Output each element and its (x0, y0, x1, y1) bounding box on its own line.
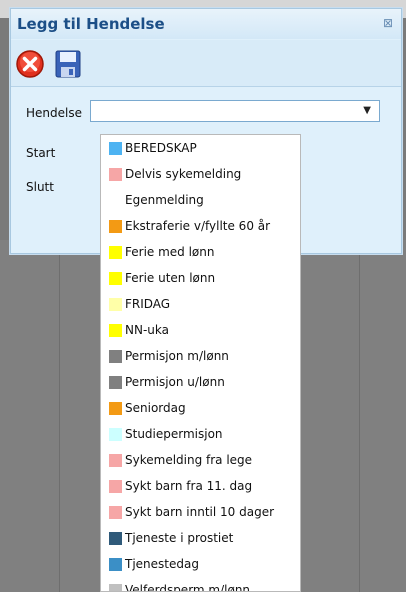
color-swatch (109, 532, 122, 545)
dropdown-option[interactable]: Velferdsperm m/lønn (101, 577, 300, 592)
start-label: Start (26, 146, 56, 160)
option-label: Sykt barn fra 11. dag (125, 479, 253, 493)
dropdown-option[interactable]: Permisjon m/lønn (101, 343, 300, 369)
option-label: NN-uka (125, 323, 169, 337)
hendelse-select[interactable]: ▼ (90, 100, 380, 122)
hendelse-label: Hendelse (26, 106, 82, 120)
hendelse-dropdown-list: BEREDSKAP Delvis sykemelding Egenmelding Ek… (100, 134, 301, 592)
dropdown-option[interactable]: Sykt barn fra 11. dag (101, 473, 300, 499)
chevron-down-icon[interactable]: ▼ (363, 105, 371, 116)
dropdown-option[interactable]: FRIDAG (101, 291, 300, 317)
dropdown-option[interactable]: Ferie uten lønn (101, 265, 300, 291)
color-swatch (109, 272, 122, 285)
dropdown-option[interactable]: BEREDSKAP (101, 135, 300, 161)
color-swatch (109, 142, 122, 155)
option-label: Egenmelding (125, 193, 204, 207)
option-label: Permisjon u/lønn (125, 375, 225, 389)
option-label: FRIDAG (125, 297, 171, 311)
color-swatch (109, 402, 122, 415)
color-swatch (109, 584, 122, 591)
option-label: Permisjon m/lønn (125, 349, 229, 363)
option-label: Ekstraferie v/fyllte 60 år (125, 219, 271, 233)
color-swatch (109, 558, 122, 571)
color-swatch (109, 168, 122, 181)
dropdown-option[interactable]: Ferie med lønn (101, 239, 300, 265)
option-label: BEREDSKAP (125, 141, 197, 155)
dropdown-option[interactable]: NN-uka (101, 317, 300, 343)
color-swatch (109, 220, 122, 233)
dropdown-option[interactable]: Permisjon u/lønn (101, 369, 300, 395)
dropdown-option[interactable]: Egenmelding (101, 187, 300, 213)
dropdown-option[interactable]: Sykemelding fra lege (101, 447, 300, 473)
color-swatch (109, 324, 122, 337)
option-label: Studiepermisjon (125, 427, 223, 441)
option-label: Delvis sykemelding (125, 167, 242, 181)
close-icon[interactable]: ⊠ (383, 16, 393, 30)
cancel-button[interactable] (15, 49, 45, 79)
dropdown-option[interactable]: Delvis sykemelding (101, 161, 300, 187)
color-swatch (109, 376, 122, 389)
slutt-label: Slutt (26, 180, 54, 194)
dropdown-option[interactable]: Studiepermisjon (101, 421, 300, 447)
dialog-toolbar (11, 40, 401, 87)
option-label: Ferie uten lønn (125, 271, 216, 285)
option-label: Sykt barn inntil 10 dager (125, 505, 275, 519)
color-swatch (109, 454, 122, 467)
dialog-title: Legg til Hendelse (17, 15, 165, 33)
color-swatch (109, 506, 122, 519)
color-swatch (109, 480, 122, 493)
dropdown-option[interactable]: Ekstraferie v/fyllte 60 år (101, 213, 300, 239)
option-label: Tjenestedag (125, 557, 199, 571)
dropdown-option[interactable]: Tjenestedag (101, 551, 300, 577)
color-swatch (109, 298, 122, 311)
dropdown-option[interactable]: Tjeneste i prostiet (101, 525, 300, 551)
color-swatch (109, 350, 122, 363)
option-label: Seniordag (125, 401, 186, 415)
option-label: Velferdsperm m/lønn (125, 583, 251, 592)
option-label: Tjeneste i prostiet (125, 531, 234, 545)
save-button[interactable] (54, 49, 82, 79)
dropdown-option[interactable]: Sykt barn inntil 10 dager (101, 499, 300, 525)
color-swatch (109, 246, 122, 259)
dropdown-option[interactable]: Seniordag (101, 395, 300, 421)
color-swatch (109, 428, 122, 441)
option-label: Sykemelding fra lege (125, 453, 253, 467)
option-label: Ferie med lønn (125, 245, 215, 259)
dialog-titlebar: Legg til Hendelse ⊠ (11, 9, 401, 39)
